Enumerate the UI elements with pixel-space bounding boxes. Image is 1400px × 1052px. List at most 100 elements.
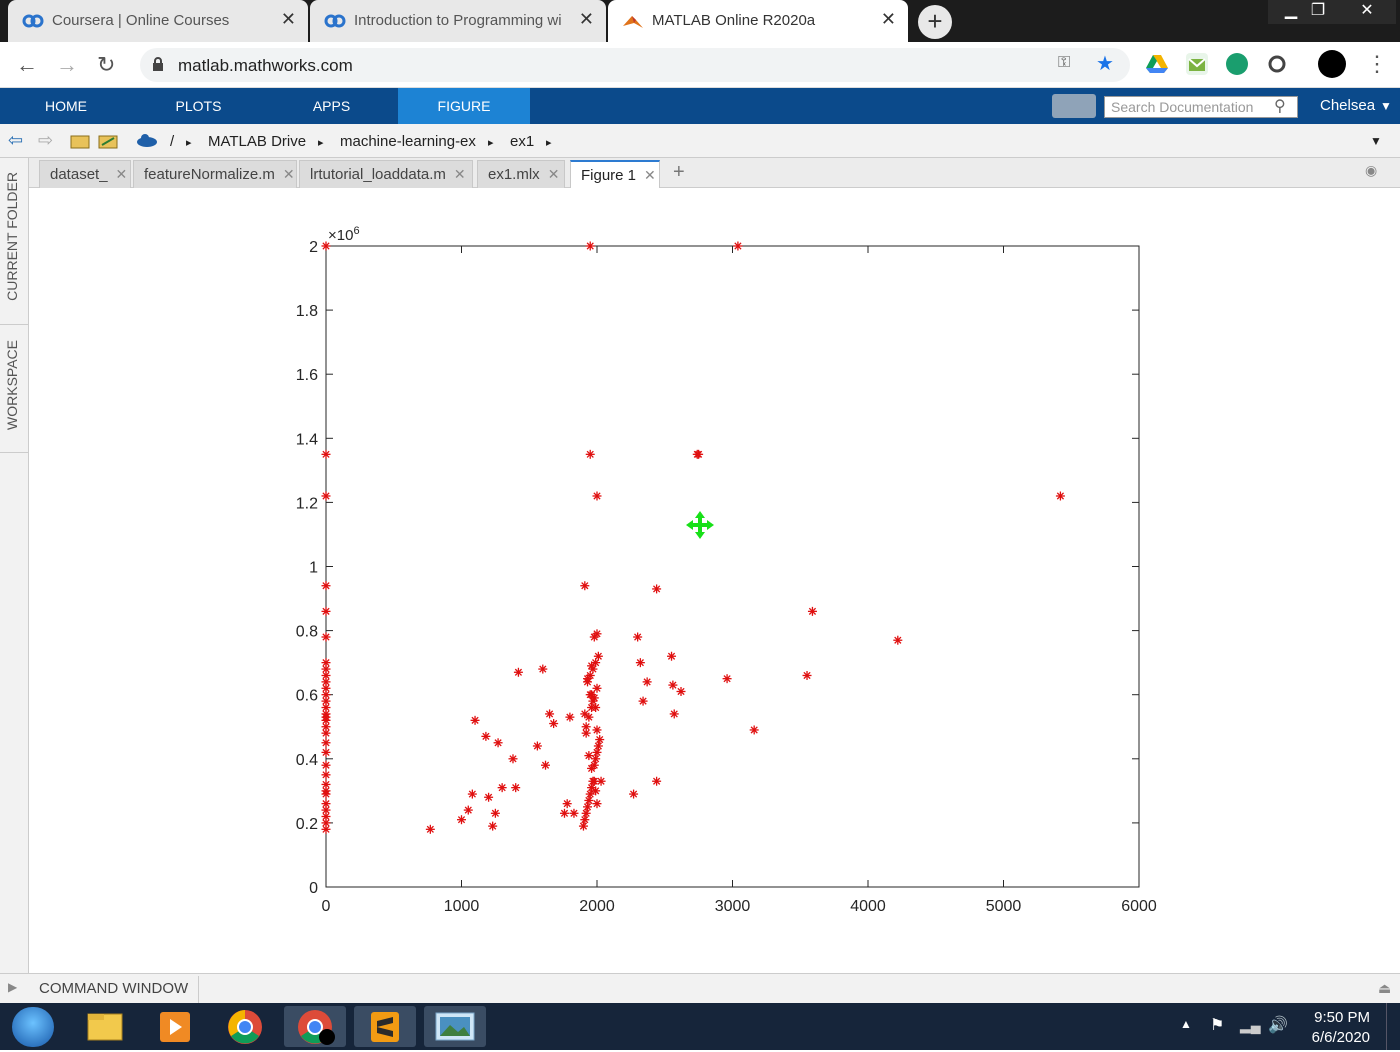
browser-tab-intro[interactable]: Introduction to Programming wi ✕ [310, 0, 606, 42]
search-icon[interactable]: ⚲ [1274, 96, 1286, 116]
google-drive-icon[interactable] [1146, 53, 1168, 75]
data-point [321, 747, 331, 757]
chevron-right-icon: ▸ [186, 137, 192, 149]
data-point [585, 449, 595, 459]
tab-options-icon[interactable]: ◉ [1365, 162, 1377, 179]
document-tab-bar: dataset_ ✕ featureNormalize.m ✕ lrtutorial… [29, 158, 1400, 188]
new-tab-button[interactable]: + [918, 5, 952, 39]
reload-icon[interactable]: ↻ [97, 52, 115, 78]
doc-tab-featurenormalize[interactable]: featureNormalize.m ✕ [133, 160, 297, 188]
tray-expand-icon[interactable]: ▲ [1180, 1017, 1192, 1031]
doc-tab-figure-1[interactable]: Figure 1 ✕ [570, 160, 660, 188]
add-tab-icon[interactable]: + [673, 161, 685, 184]
data-point [642, 677, 652, 687]
close-window-icon[interactable]: ✕ [1338, 0, 1396, 24]
data-point [497, 783, 507, 793]
tab-apps[interactable]: APPS [265, 88, 398, 124]
back-icon[interactable]: ← [16, 52, 38, 78]
path-dropdown-icon[interactable]: ▼ [1370, 134, 1382, 148]
chevron-down-icon[interactable]: ▼ [1380, 99, 1392, 113]
data-point [592, 747, 602, 757]
bookmark-star-icon[interactable]: ★ [1096, 51, 1114, 76]
restore-icon[interactable]: ❐ [1298, 0, 1338, 24]
forward-icon[interactable]: → [56, 52, 78, 78]
browse-folder-icon[interactable] [98, 133, 118, 149]
y-exponent-power: 6 [353, 225, 359, 237]
path-root[interactable]: / [170, 133, 174, 150]
file-explorer-icon[interactable] [74, 1006, 136, 1047]
photo-viewer-icon[interactable] [424, 1006, 486, 1047]
data-point [584, 795, 594, 805]
back-folder-icon[interactable]: ⇦ [8, 130, 23, 151]
command-window-bar: ▶ COMMAND WINDOW ⏏ [0, 973, 1400, 1003]
data-point [807, 606, 817, 616]
tab-figure[interactable]: FIGURE [398, 88, 530, 124]
x-tick-label: 4000 [850, 898, 886, 915]
close-icon[interactable]: ✕ [644, 167, 656, 183]
matlab-ribbon: HOME PLOTS APPS FIGURE Search Documentat… [0, 88, 1400, 124]
expand-icon[interactable]: ▶ [8, 980, 17, 994]
avatar[interactable] [1318, 50, 1346, 78]
windows-taskbar: ▲ ⚑ ▂▄ 🔊 9:50 PM 6/6/2020 [0, 1003, 1400, 1050]
y-tick-label: 0.2 [296, 816, 318, 833]
volume-icon[interactable]: 🔊 [1268, 1015, 1288, 1035]
doc-tab-ex1-mlx[interactable]: ex1.mlx ✕ [477, 160, 565, 188]
command-window-tab[interactable]: COMMAND WINDOW [29, 976, 200, 1003]
sublime-text-icon[interactable] [354, 1006, 416, 1047]
doc-tab-label: lrtutorial_loaddata.m [310, 166, 446, 183]
breadcrumb-matlab-drive[interactable]: MATLAB Drive [208, 133, 306, 150]
close-icon[interactable]: ✕ [548, 166, 560, 182]
y-tick-label: 1.6 [296, 367, 318, 384]
collapse-ribbon-icon[interactable] [1052, 94, 1096, 118]
collapse-panel-icon[interactable]: ⏏ [1378, 980, 1391, 997]
data-point [569, 808, 579, 818]
chrome-profile-icon[interactable] [284, 1006, 346, 1047]
breadcrumb-ex1[interactable]: ex1 [510, 133, 534, 150]
current-folder-panel-tab[interactable]: CURRENT FOLDER [4, 172, 20, 301]
search-documentation-input[interactable]: Search Documentation [1104, 96, 1298, 118]
omnibox[interactable]: matlab.mathworks.com ⚿ ★ [140, 48, 1130, 82]
close-icon[interactable]: ✕ [454, 166, 466, 182]
close-icon[interactable]: ✕ [283, 166, 295, 182]
current-folder-path-bar: ⇦ ⇨ / ▸ MATLAB Drive ▸ machine-learning-… [0, 124, 1400, 158]
y-exponent-label: ×106 [328, 225, 360, 244]
close-tab-icon[interactable]: ✕ [281, 9, 296, 30]
menu-dots-icon[interactable]: ⋮ [1366, 51, 1388, 77]
action-center-flag-icon[interactable]: ⚑ [1210, 1015, 1224, 1035]
sync-extension-icon[interactable] [1266, 53, 1288, 75]
up-folder-icon[interactable] [70, 133, 90, 149]
doc-tab-dataset[interactable]: dataset_ ✕ [39, 160, 131, 188]
show-desktop-button[interactable] [1386, 1003, 1400, 1050]
forward-folder-icon[interactable]: ⇨ [38, 130, 53, 151]
chrome-icon[interactable] [214, 1006, 276, 1047]
side-panel: CURRENT FOLDER WORKSPACE [0, 158, 29, 973]
close-tab-icon[interactable]: ✕ [579, 9, 594, 30]
y-tick-label: 2 [309, 239, 318, 256]
start-button-icon[interactable] [12, 1007, 54, 1047]
coursera-icon [22, 14, 44, 28]
mail-extension-icon[interactable] [1186, 53, 1208, 75]
close-tab-icon[interactable]: ✕ [881, 9, 896, 30]
scatter-plot[interactable]: 0 1000 2000 3000 4000 5000 6000 0 0.2 0.4 0.6 0.8 1 1… [29, 188, 1400, 973]
browser-tab-title: Introduction to Programming wi [354, 12, 562, 29]
data-point [592, 683, 602, 693]
user-menu[interactable]: Chelsea [1320, 97, 1375, 114]
tab-plots[interactable]: PLOTS [132, 88, 265, 124]
breadcrumb-machine-learning-ex[interactable]: machine-learning-ex [340, 133, 476, 150]
system-clock[interactable]: 9:50 PM 6/6/2020 [1300, 1008, 1370, 1048]
grammar-extension-icon[interactable] [1226, 53, 1248, 75]
data-point [513, 667, 523, 677]
network-icon[interactable]: ▂▄ [1240, 1017, 1261, 1034]
media-player-icon[interactable] [144, 1006, 206, 1047]
close-icon[interactable]: ✕ [116, 166, 128, 182]
doc-tab-lrtutorial-loaddata[interactable]: lrtutorial_loaddata.m ✕ [299, 160, 473, 188]
browser-tab-coursera[interactable]: Coursera | Online Courses & Cre ✕ [8, 0, 308, 42]
tab-home[interactable]: HOME [0, 88, 132, 124]
browser-tab-matlab[interactable]: MATLAB Online R2020a ✕ [608, 0, 908, 42]
workspace-panel-tab[interactable]: WORKSPACE [4, 340, 20, 430]
data-point [467, 789, 477, 799]
key-icon[interactable]: ⚿ [1058, 54, 1070, 72]
data-point [583, 802, 593, 812]
data-point [541, 760, 551, 770]
data-point [532, 741, 542, 751]
